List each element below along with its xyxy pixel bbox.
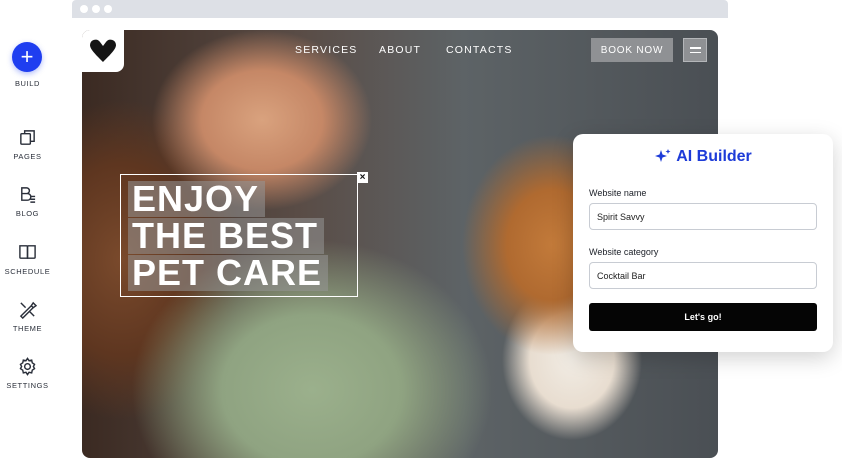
website-category-label: Website category <box>589 247 659 257</box>
build-button[interactable]: + <box>12 42 42 72</box>
nav-contacts[interactable]: CONTACTS <box>446 44 513 56</box>
book-now-button[interactable]: BOOK NOW <box>591 38 673 62</box>
settings-icon[interactable] <box>17 356 37 376</box>
sidebar-item-settings[interactable]: SETTINGS <box>0 381 55 390</box>
sidebar-item-schedule[interactable]: SCHEDULE <box>0 267 55 276</box>
website-name-label: Website name <box>589 188 647 198</box>
sparkle-icon <box>655 149 671 162</box>
menu-button[interactable] <box>683 38 707 62</box>
website-name-input[interactable] <box>589 203 817 230</box>
sidebar-item-blog[interactable]: BLOG <box>0 209 55 218</box>
hamburger-icon <box>689 47 701 49</box>
close-icon[interactable]: × <box>357 172 368 183</box>
schedule-icon[interactable] <box>17 241 37 261</box>
window-dot <box>92 5 100 13</box>
window-dot <box>104 5 112 13</box>
ai-builder-title-text: AI Builder <box>676 148 752 165</box>
website-category-input[interactable] <box>589 262 817 289</box>
headline-line-2: THE BEST <box>128 218 325 254</box>
headline-line-3: PET CARE <box>128 255 329 291</box>
pages-icon[interactable] <box>17 127 37 147</box>
lets-go-button[interactable]: Let's go! <box>589 303 817 331</box>
ai-builder-title: AI Builder <box>573 148 833 166</box>
nav-about[interactable]: ABOUT <box>379 44 421 56</box>
plus-icon: + <box>20 44 34 69</box>
window-dot <box>80 5 88 13</box>
sidebar-item-pages[interactable]: PAGES <box>0 152 55 161</box>
sidebar-item-theme[interactable]: THEME <box>0 324 55 333</box>
blog-icon[interactable] <box>17 184 37 204</box>
site-logo[interactable] <box>82 30 124 72</box>
build-label: BUILD <box>14 79 41 88</box>
browser-toolbar <box>72 0 728 18</box>
theme-icon[interactable] <box>17 299 37 319</box>
builder-sidebar: + BUILD PAGES BLOG SCHEDULE THEME SETTIN… <box>0 0 56 469</box>
ai-builder-card: AI Builder Website name Website category… <box>573 134 833 352</box>
headline-line-1: ENJOY <box>128 181 266 217</box>
nav-services[interactable]: SERVICES <box>295 44 358 56</box>
heart-logo-icon <box>90 39 116 62</box>
